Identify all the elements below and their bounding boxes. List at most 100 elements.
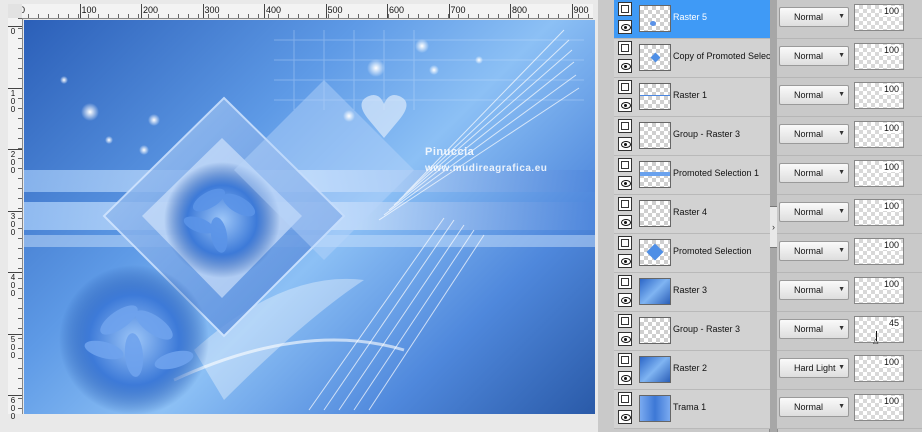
opacity-slider[interactable]: 100 [854, 238, 904, 265]
layer-thumbnail[interactable] [639, 200, 671, 227]
eye-icon[interactable] [618, 176, 632, 190]
layer-lock-icon[interactable] [618, 158, 632, 172]
opacity-value[interactable]: 100 [881, 279, 901, 289]
layer-lock-icon[interactable] [618, 392, 632, 406]
chevron-down-icon[interactable]: ▼ [838, 398, 845, 416]
blend-mode-dropdown[interactable]: Normal ▼ [779, 7, 849, 27]
blend-mode-dropdown[interactable]: Hard Light ▼ [779, 358, 849, 378]
opacity-value[interactable]: 100 [881, 201, 901, 211]
layer-row[interactable]: Group - Raster 3 [614, 312, 770, 351]
layer-properties: Normal ▼ 100 [777, 78, 922, 117]
opacity-slider[interactable]: 100 [854, 394, 904, 421]
image-canvas[interactable]: Pinuccia www.mudireagrafica.eu [24, 20, 595, 414]
layer-row[interactable]: Copy of Promoted Selection [614, 39, 770, 78]
blend-mode-value: Normal [794, 129, 824, 139]
chevron-down-icon[interactable]: ▼ [838, 125, 845, 143]
blend-mode-dropdown[interactable]: Normal ▼ [779, 85, 849, 105]
opacity-slider[interactable]: 100 [854, 43, 904, 70]
layer-row[interactable]: Raster 3 [614, 273, 770, 312]
eye-icon[interactable] [618, 59, 632, 73]
opacity-slider[interactable]: 100 [854, 355, 904, 382]
eye-icon[interactable] [618, 410, 632, 424]
opacity-value[interactable]: 45 [886, 318, 901, 328]
opacity-slider[interactable]: 100 [854, 160, 904, 187]
blend-mode-dropdown[interactable]: Normal ▼ [779, 397, 849, 417]
layer-row[interactable]: Raster 2 [614, 351, 770, 390]
opacity-slider-thumb[interactable]: △ [873, 338, 878, 345]
blend-mode-dropdown[interactable]: Normal ▼ [779, 319, 849, 339]
layer-lock-icon[interactable] [618, 275, 632, 289]
ruler-label: 800 [512, 5, 528, 15]
layer-lock-icon[interactable] [618, 2, 632, 16]
layer-thumbnail[interactable] [639, 44, 671, 71]
opacity-slider[interactable]: 100 [854, 4, 904, 31]
blend-mode-dropdown[interactable]: Normal ▼ [779, 46, 849, 66]
layer-lock-icon[interactable] [618, 236, 632, 250]
chevron-down-icon[interactable]: ▼ [838, 47, 845, 65]
chevron-down-icon[interactable]: ▼ [838, 164, 845, 182]
opacity-value[interactable]: 100 [881, 123, 901, 133]
layer-row[interactable]: Trama 1 [614, 390, 770, 429]
layer-thumbnail[interactable] [639, 395, 671, 422]
eye-icon[interactable] [618, 332, 632, 346]
eye-icon[interactable] [618, 215, 632, 229]
layer-lock-icon[interactable] [618, 80, 632, 94]
layer-thumbnail[interactable] [639, 5, 671, 32]
layer-thumbnail[interactable] [639, 356, 671, 383]
layer-thumbnail[interactable] [639, 122, 671, 149]
blend-mode-dropdown[interactable]: Normal ▼ [779, 124, 849, 144]
layer-row[interactable]: Raster 1 [614, 78, 770, 117]
chevron-down-icon[interactable]: ▼ [838, 86, 845, 104]
opacity-slider[interactable]: 100 [854, 199, 904, 226]
layer-thumbnail[interactable] [639, 317, 671, 344]
layer-row[interactable]: Promoted Selection [614, 234, 770, 273]
chevron-down-icon[interactable]: ▼ [838, 203, 845, 221]
ruler-label: 600 [389, 5, 405, 15]
chevron-down-icon[interactable]: ▼ [838, 320, 845, 338]
blend-mode-value: Normal [794, 402, 824, 412]
opacity-slider[interactable]: 100 [854, 82, 904, 109]
layer-visibility-controls [616, 118, 635, 154]
ruler-label: 200 [143, 5, 159, 15]
chevron-down-icon[interactable]: ▼ [838, 281, 845, 299]
opacity-value[interactable]: 100 [881, 45, 901, 55]
opacity-value[interactable]: 100 [881, 6, 901, 16]
eye-icon[interactable] [618, 20, 632, 34]
layer-lock-icon[interactable] [618, 41, 632, 55]
eye-icon[interactable] [618, 293, 632, 307]
layer-lock-icon[interactable] [618, 197, 632, 211]
layer-thumbnail[interactable] [639, 239, 671, 266]
eye-icon[interactable] [618, 371, 632, 385]
opacity-slider[interactable]: 100 [854, 121, 904, 148]
chevron-down-icon[interactable]: ▼ [838, 8, 845, 26]
layer-row[interactable]: Raster 5 [614, 0, 770, 39]
opacity-value[interactable]: 100 [881, 84, 901, 94]
opacity-slider[interactable]: 100 [854, 277, 904, 304]
horizontal-ruler: 0 100 200 300 400 500 600 700 800 900 [8, 4, 593, 19]
layer-lock-icon[interactable] [618, 119, 632, 133]
eye-icon[interactable] [618, 98, 632, 112]
opacity-value[interactable]: 100 [881, 240, 901, 250]
blend-mode-dropdown[interactable]: Normal ▼ [779, 280, 849, 300]
layer-thumbnail[interactable] [639, 278, 671, 305]
layer-row[interactable]: Raster 4 [614, 195, 770, 234]
blend-mode-dropdown[interactable]: Normal ▼ [779, 163, 849, 183]
ruler-label: 5 0 0 [10, 334, 16, 360]
opacity-value[interactable]: 100 [881, 396, 901, 406]
opacity-value[interactable]: 100 [881, 357, 901, 367]
layer-lock-icon[interactable] [618, 353, 632, 367]
eye-icon[interactable] [618, 137, 632, 151]
layer-row[interactable]: Group - Raster 3 [614, 117, 770, 156]
blend-mode-dropdown[interactable]: Normal ▼ [779, 202, 849, 222]
layer-thumbnail[interactable] [639, 83, 671, 110]
chevron-down-icon[interactable]: ▼ [838, 242, 845, 260]
layer-name: Group - Raster 3 [673, 324, 741, 334]
chevron-down-icon[interactable]: ▼ [838, 359, 845, 377]
eye-icon[interactable] [618, 254, 632, 268]
layer-row[interactable]: Promoted Selection 1 [614, 156, 770, 195]
layer-thumbnail[interactable] [639, 161, 671, 188]
layer-lock-icon[interactable] [618, 314, 632, 328]
opacity-slider[interactable]: 45 △ [854, 316, 904, 345]
opacity-value[interactable]: 100 [881, 162, 901, 172]
blend-mode-dropdown[interactable]: Normal ▼ [779, 241, 849, 261]
